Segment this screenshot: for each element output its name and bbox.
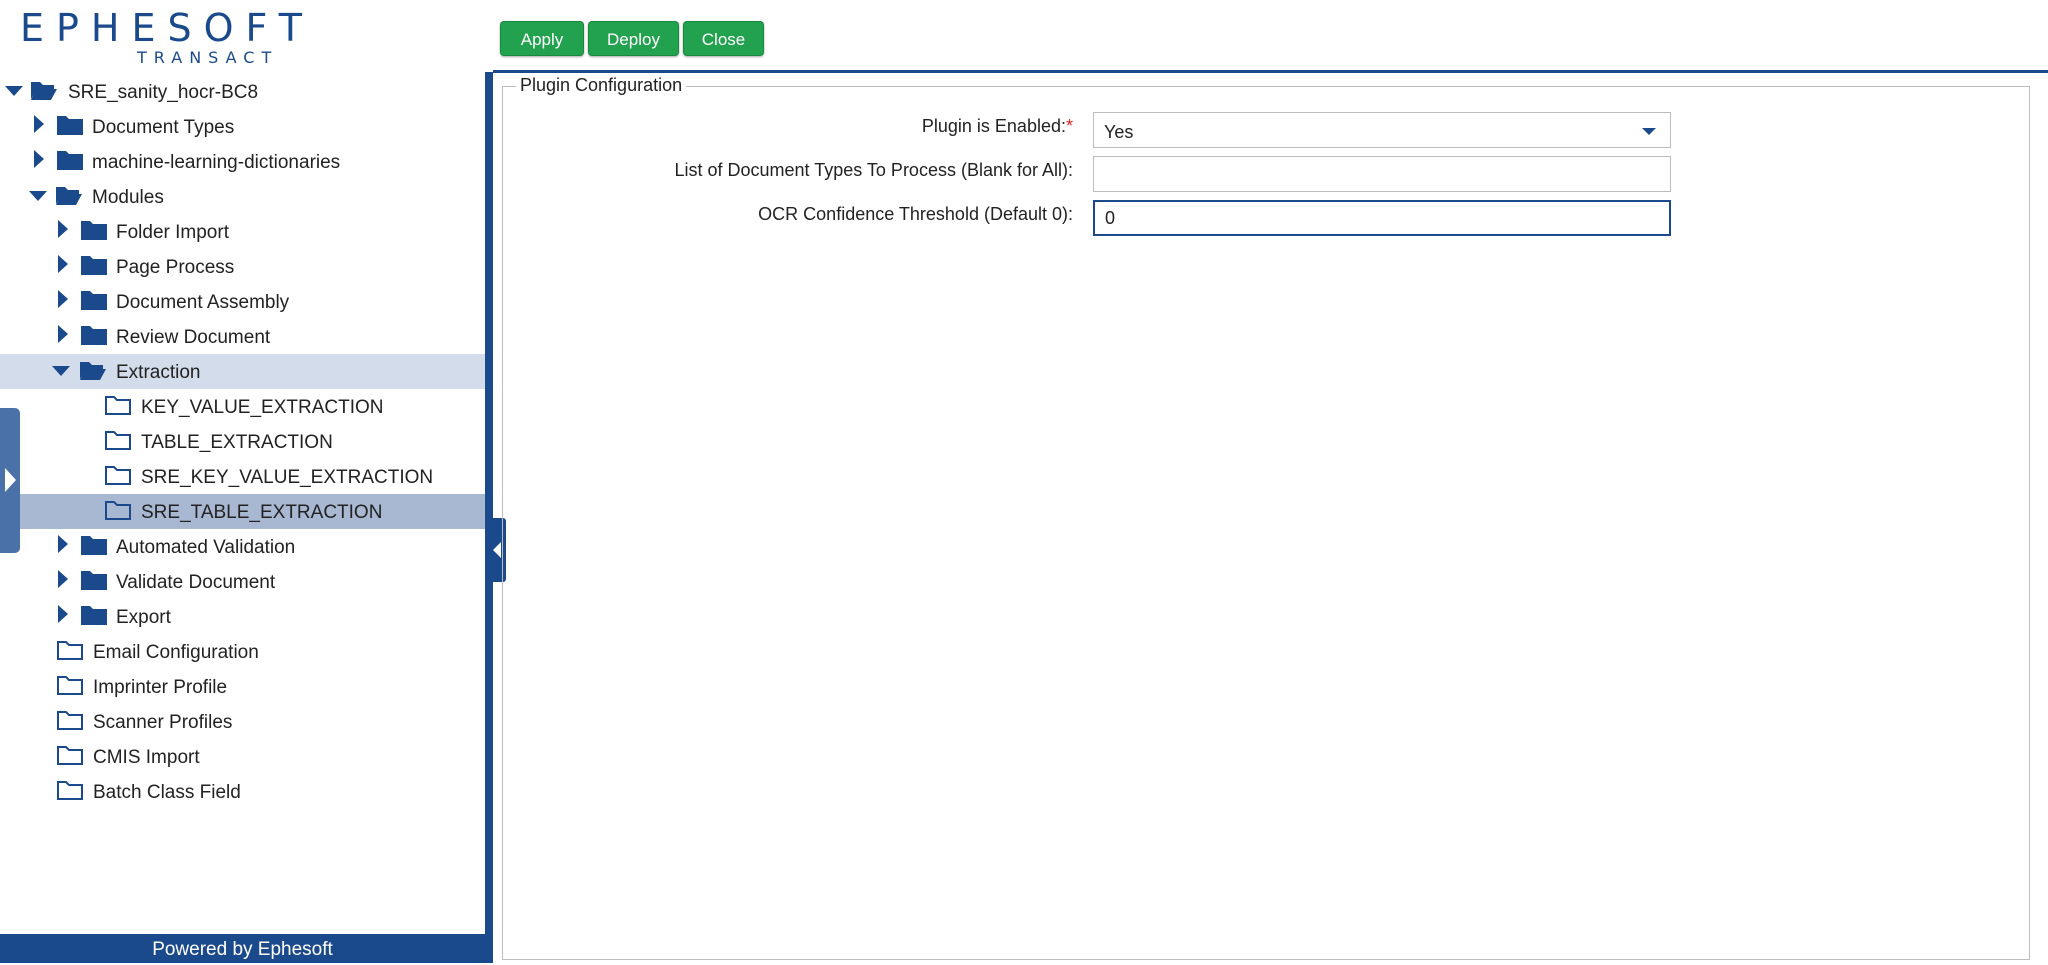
tree-node-label: TABLE_EXTRACTION xyxy=(141,432,333,453)
tree-node-modules[interactable]: Modules xyxy=(0,179,485,214)
ocr-threshold-input[interactable] xyxy=(1093,200,1671,236)
apply-button[interactable]: Apply xyxy=(500,21,584,56)
tree-node-label: CMIS Import xyxy=(93,747,200,768)
tree-node-email-configuration[interactable]: Email Configuration xyxy=(0,634,485,669)
expanded-arrow-icon[interactable] xyxy=(3,74,25,109)
folder-icon xyxy=(81,326,107,345)
tree-node-label: KEY_VALUE_EXTRACTION xyxy=(141,397,384,418)
tree-node-ml-dictionaries[interactable]: machine-learning-dictionaries xyxy=(0,144,485,179)
tree-node-label: Validate Document xyxy=(116,572,276,593)
folder-icon xyxy=(81,221,107,240)
tree-node-label: Batch Class Field xyxy=(93,782,241,803)
ephesoft-logo: EPHESOFT TRANSACT xyxy=(20,6,302,68)
tree-node-automated-validation[interactable]: Automated Validation xyxy=(0,529,485,564)
tree-node-label: SRE_sanity_hocr-BC8 xyxy=(68,82,259,103)
tree-node-sre-key-value-extraction[interactable]: SRE_KEY_VALUE_EXTRACTION xyxy=(0,459,485,494)
collapsed-arrow-icon[interactable] xyxy=(52,249,74,284)
expand-arrow-icon xyxy=(5,468,16,492)
tree-node-label: Folder Import xyxy=(116,222,229,243)
tree-node-label: Extraction xyxy=(116,362,201,383)
dropdown-caret-icon xyxy=(1642,128,1656,135)
expanded-arrow-icon[interactable] xyxy=(50,354,72,389)
open-folder-icon xyxy=(56,187,82,205)
open-folder-icon xyxy=(31,82,57,100)
tree-node-sre-table-extraction[interactable]: SRE_TABLE_EXTRACTION xyxy=(0,494,485,529)
close-button[interactable]: Close xyxy=(683,21,764,56)
folder-outline-icon xyxy=(57,676,83,695)
tree-node-label: Scanner Profiles xyxy=(93,712,233,733)
tree-node-label: Modules xyxy=(92,187,164,208)
tree-node-label: SRE_KEY_VALUE_EXTRACTION xyxy=(141,467,434,488)
folder-icon xyxy=(81,606,107,625)
tree-node-scanner-profiles[interactable]: Scanner Profiles xyxy=(0,704,485,739)
tree-node-label: machine-learning-dictionaries xyxy=(92,152,341,173)
folder-icon xyxy=(57,151,83,170)
tree-node-imprinter-profile[interactable]: Imprinter Profile xyxy=(0,669,485,704)
ocr-threshold-label: OCR Confidence Threshold (Default 0): xyxy=(758,204,1073,224)
folder-outline-icon xyxy=(57,641,83,660)
content-top-border xyxy=(493,70,2048,73)
tree-node-batch-class-field[interactable]: Batch Class Field xyxy=(0,774,485,809)
tree-node-cmis-import[interactable]: CMIS Import xyxy=(0,739,485,774)
collapsed-arrow-icon[interactable] xyxy=(52,214,74,249)
folder-outline-icon xyxy=(57,746,83,765)
folder-icon xyxy=(81,536,107,555)
expand-side-panel-tab[interactable] xyxy=(0,408,20,553)
plugin-enabled-select[interactable]: Yes xyxy=(1093,112,1671,148)
folder-icon xyxy=(57,116,83,135)
tree-node-label: Email Configuration xyxy=(93,642,259,663)
tree-node-page-process[interactable]: Page Process xyxy=(0,249,485,284)
tree-node-label: SRE_TABLE_EXTRACTION xyxy=(141,502,383,523)
folder-outline-icon xyxy=(105,431,131,450)
document-types-input[interactable] xyxy=(1093,156,1671,192)
plugin-enabled-label: Plugin is Enabled:* xyxy=(922,115,1073,137)
plugin-configuration-legend: Plugin Configuration xyxy=(516,74,687,96)
folder-outline-icon xyxy=(105,466,131,485)
collapsed-arrow-icon[interactable] xyxy=(52,284,74,319)
tree-node-label: Review Document xyxy=(116,327,271,348)
folder-outline-icon xyxy=(105,501,131,520)
collapsed-arrow-icon[interactable] xyxy=(52,599,74,634)
tree-node-label: Automated Validation xyxy=(116,537,296,558)
collapsed-arrow-icon[interactable] xyxy=(28,144,50,179)
tree-node-validate-document[interactable]: Validate Document xyxy=(0,564,485,599)
folder-outline-icon xyxy=(105,396,131,415)
collapsed-arrow-icon[interactable] xyxy=(52,319,74,354)
folder-icon xyxy=(81,256,107,275)
tree-node-label: Document Assembly xyxy=(116,292,290,313)
tree-node-label: Page Process xyxy=(116,257,235,278)
folder-outline-icon xyxy=(57,711,83,730)
tree-node-label: Imprinter Profile xyxy=(93,677,228,698)
tree-node-review-document[interactable]: Review Document xyxy=(0,319,485,354)
deploy-button[interactable]: Deploy xyxy=(588,21,679,56)
folder-icon xyxy=(81,571,107,590)
tree-node-table-extraction[interactable]: TABLE_EXTRACTION xyxy=(0,424,485,459)
expanded-arrow-icon[interactable] xyxy=(27,179,49,214)
tree-node-document-assembly[interactable]: Document Assembly xyxy=(0,284,485,319)
folder-icon xyxy=(81,291,107,310)
collapsed-arrow-icon[interactable] xyxy=(52,529,74,564)
logo-wordmark: EPHESOFT xyxy=(20,6,314,50)
tree-node-key-value-extraction[interactable]: KEY_VALUE_EXTRACTION xyxy=(0,389,485,424)
tree-node-extraction[interactable]: Extraction xyxy=(0,354,485,389)
tree-node-folder-import[interactable]: Folder Import xyxy=(0,214,485,249)
document-types-label: List of Document Types To Process (Blank… xyxy=(674,160,1073,180)
open-folder-icon xyxy=(80,362,106,380)
tree-node-label: Document Types xyxy=(92,117,235,138)
logo-subtitle: TRANSACT xyxy=(137,48,279,67)
tree-node-document-types[interactable]: Document Types xyxy=(0,109,485,144)
required-asterisk: * xyxy=(1065,116,1073,136)
tree-node-root[interactable]: SRE_sanity_hocr-BC8 xyxy=(0,74,485,109)
powered-by-footer: Powered by Ephesoft xyxy=(0,934,485,963)
tree-node-label: Export xyxy=(116,607,171,628)
collapsed-arrow-icon[interactable] xyxy=(52,564,74,599)
left-panel: EPHESOFT TRANSACT SRE_sanity_hocr-BC8 Do… xyxy=(0,0,485,963)
plugin-enabled-value: Yes xyxy=(1104,122,1134,142)
tree-node-export[interactable]: Export xyxy=(0,599,485,634)
plugin-enabled-label-text: Plugin is Enabled: xyxy=(921,116,1066,136)
folder-outline-icon xyxy=(57,781,83,800)
collapsed-arrow-icon[interactable] xyxy=(28,109,50,144)
